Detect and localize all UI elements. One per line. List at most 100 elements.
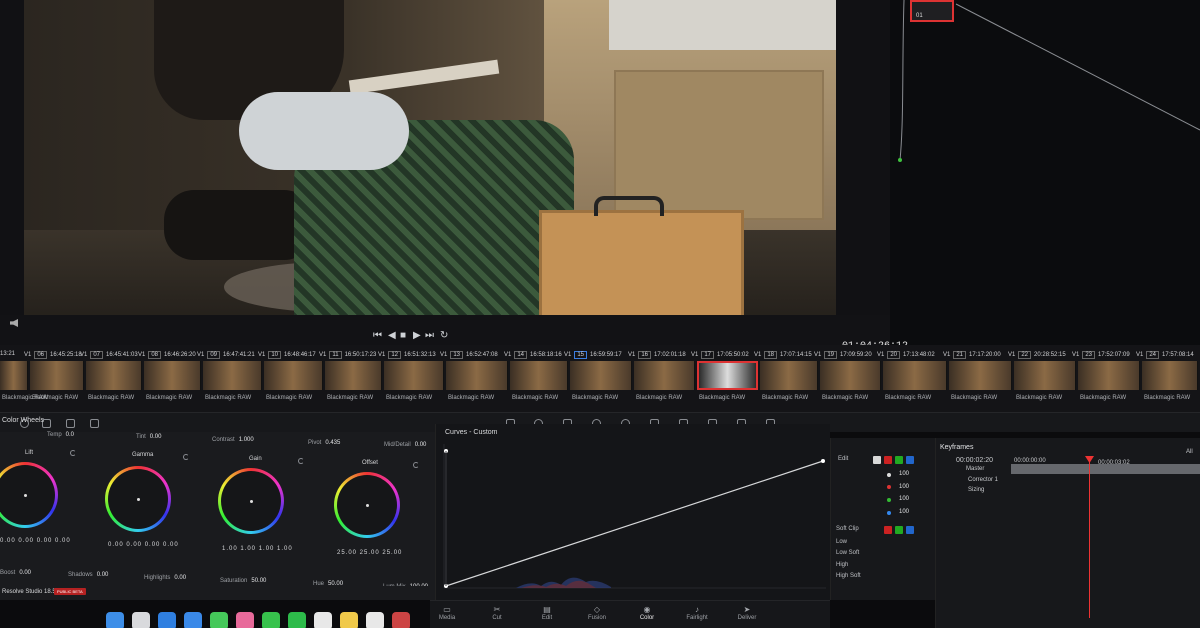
clip-thumbnail[interactable] bbox=[384, 361, 444, 390]
node-editor[interactable]: 01 bbox=[890, 0, 1200, 345]
messages-icon[interactable] bbox=[288, 612, 306, 628]
highlights-param[interactable]: Highlights 0.00 bbox=[144, 575, 186, 581]
clip-thumbnail[interactable] bbox=[30, 361, 84, 390]
curves-graph[interactable] bbox=[436, 440, 831, 600]
gain-wheel[interactable] bbox=[218, 468, 284, 534]
viewer-frame-image[interactable] bbox=[24, 0, 836, 322]
channel-r-button[interactable] bbox=[884, 456, 892, 464]
clip-thumbnail[interactable] bbox=[697, 361, 758, 390]
pivot-param[interactable]: Pivot 0.435 bbox=[308, 440, 340, 446]
clip-thumbnail[interactable] bbox=[760, 361, 818, 390]
r-value[interactable]: 100 bbox=[899, 484, 909, 490]
reminders-icon[interactable] bbox=[366, 612, 384, 628]
gain-reset-icon[interactable] bbox=[298, 458, 304, 464]
clip-thumbnail[interactable] bbox=[1078, 361, 1140, 390]
clip-track: V1 bbox=[628, 352, 636, 358]
lift-values: 0.00 0.00 0.00 0.00 bbox=[0, 538, 71, 544]
tint-param[interactable]: Tint 0.00 bbox=[136, 434, 161, 440]
boost-param[interactable]: Boost 0.00 bbox=[0, 570, 31, 576]
clip-thumbnail[interactable] bbox=[570, 361, 632, 390]
page-tab-edit[interactable]: ▤ Edit bbox=[522, 605, 572, 621]
gamma-reset-icon[interactable] bbox=[183, 454, 189, 460]
offset-values: 25.00 25.00 25.00 bbox=[337, 550, 403, 556]
play-reverse-icon[interactable]: ◀ bbox=[388, 330, 396, 341]
clip-thumbnail[interactable] bbox=[634, 361, 695, 390]
macos-dock bbox=[100, 612, 420, 628]
clip-thumbnail[interactable] bbox=[0, 361, 28, 390]
saturation-param[interactable]: Saturation 50.00 bbox=[220, 578, 266, 584]
lift-reset-icon[interactable] bbox=[70, 450, 76, 456]
loop-icon[interactable]: ↻ bbox=[440, 330, 448, 341]
temp-param[interactable]: Temp 0.0 bbox=[47, 432, 74, 438]
motion-effects-icon[interactable] bbox=[90, 419, 99, 428]
softclip-r-button[interactable] bbox=[884, 526, 892, 534]
keyframes-master-track[interactable] bbox=[1011, 464, 1200, 474]
clip-thumbnail[interactable] bbox=[820, 361, 881, 390]
clip-thumbnail[interactable] bbox=[144, 361, 201, 390]
softclip-b-button[interactable] bbox=[906, 526, 914, 534]
shadows-param[interactable]: Shadows 0.00 bbox=[68, 572, 108, 578]
clip-header: V1 10 16:48:46:17 bbox=[258, 351, 316, 359]
clip-number: 24 bbox=[1146, 351, 1160, 359]
kf-row-sizing[interactable]: Sizing bbox=[968, 487, 984, 493]
clip-thumbnail[interactable] bbox=[883, 361, 947, 390]
facetime-icon[interactable] bbox=[262, 612, 280, 628]
b-value[interactable]: 100 bbox=[899, 509, 909, 515]
node-01[interactable]: 01 bbox=[910, 0, 954, 22]
lift-wheel[interactable] bbox=[0, 462, 58, 528]
clip-codec-label: Blackmagic RAW bbox=[146, 395, 193, 401]
page-tab-fairlight[interactable]: ♪ Fairlight bbox=[672, 605, 722, 621]
channel-g-button[interactable] bbox=[895, 456, 903, 464]
page-tab-cut[interactable]: ✂ Cut bbox=[472, 605, 522, 621]
play-icon[interactable]: ▶ bbox=[413, 330, 421, 341]
middetail-param[interactable]: Mid/Detail 0.00 bbox=[384, 442, 426, 448]
clip-thumbnail[interactable] bbox=[264, 361, 323, 390]
clip-thumbnail[interactable] bbox=[86, 361, 142, 390]
clip-thumbnail[interactable] bbox=[203, 361, 262, 390]
softclip-g-button[interactable] bbox=[895, 526, 903, 534]
clip-thumbnail[interactable] bbox=[949, 361, 1012, 390]
mail-icon[interactable] bbox=[184, 612, 202, 628]
g-value[interactable]: 100 bbox=[899, 496, 909, 502]
skip-forward-icon[interactable]: ⏭ bbox=[425, 330, 434, 341]
page-tab-media[interactable]: ▭ Media bbox=[422, 605, 472, 621]
channel-b-button[interactable] bbox=[906, 456, 914, 464]
keyframes-playhead[interactable] bbox=[1089, 456, 1090, 618]
kf-row-master[interactable]: Master bbox=[966, 466, 984, 472]
clip-timecode: 16:46:26:20 bbox=[164, 352, 196, 358]
safari-icon[interactable] bbox=[158, 612, 176, 628]
page-tab-fusion[interactable]: ◇ Fusion bbox=[572, 605, 622, 621]
gamma-wheel[interactable] bbox=[105, 466, 171, 532]
clip-thumbnail[interactable] bbox=[1142, 361, 1198, 390]
y-value[interactable]: 100 bbox=[899, 471, 909, 477]
photos-icon[interactable] bbox=[236, 612, 254, 628]
keyframes-filter[interactable]: All bbox=[1186, 449, 1193, 455]
high-soft-label: High Soft bbox=[836, 573, 861, 579]
page-tab-color[interactable]: ◉ Color bbox=[622, 601, 672, 625]
clip-thumbnail[interactable] bbox=[325, 361, 382, 390]
contrast-param[interactable]: Contrast 1.000 bbox=[212, 437, 254, 443]
node-connection-lines bbox=[898, 0, 1200, 162]
offset-wheel[interactable] bbox=[334, 472, 400, 538]
rgb-mixer-icon[interactable] bbox=[66, 419, 75, 428]
offset-reset-icon[interactable] bbox=[413, 462, 419, 468]
calendar-icon[interactable] bbox=[314, 612, 332, 628]
launchpad-icon[interactable] bbox=[132, 612, 150, 628]
playhead-handle[interactable] bbox=[1085, 456, 1094, 463]
speaker-icon[interactable] bbox=[10, 319, 18, 327]
clip-thumbnail[interactable] bbox=[510, 361, 568, 390]
page-tab-label: Media bbox=[438, 615, 456, 621]
clip-thumbnail[interactable] bbox=[446, 361, 508, 390]
channel-y-button[interactable] bbox=[873, 456, 881, 464]
clip-number: 19 bbox=[824, 351, 838, 359]
page-tab-deliver[interactable]: ➤ Deliver bbox=[722, 605, 772, 621]
clip-thumbnail[interactable] bbox=[1014, 361, 1076, 390]
maps-icon[interactable] bbox=[210, 612, 228, 628]
stop-icon[interactable]: ■ bbox=[400, 330, 406, 341]
finder-icon[interactable] bbox=[106, 612, 124, 628]
skip-back-icon[interactable]: ⏮ bbox=[373, 330, 382, 341]
kf-row-corrector[interactable]: Corrector 1 bbox=[968, 477, 998, 483]
notes-icon[interactable] bbox=[340, 612, 358, 628]
clip-number: 16 bbox=[638, 351, 652, 359]
music-icon[interactable] bbox=[392, 612, 410, 628]
